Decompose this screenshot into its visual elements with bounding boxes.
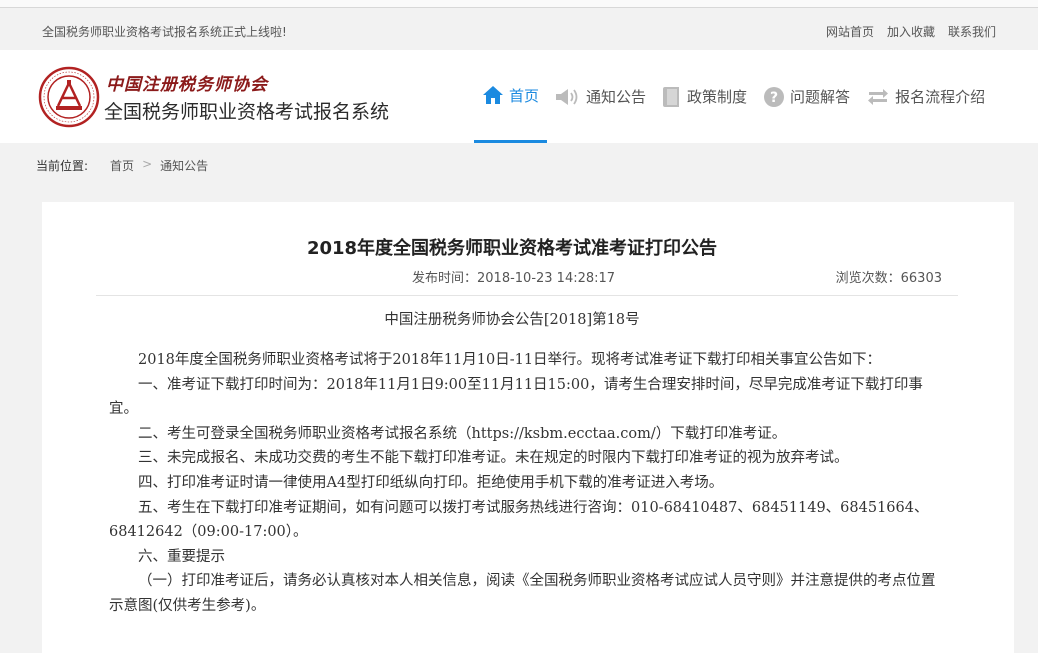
speaker-icon bbox=[556, 88, 578, 105]
nav-notices[interactable]: 通知公告 bbox=[547, 50, 654, 143]
article-paragraph: 一、准考证下载打印时间为：2018年11月1日9:00至11月11日15:00，… bbox=[109, 376, 923, 418]
article-paragraph: 二、考生可登录全国税务师职业资格考试报名系统（https://ksbm.ecct… bbox=[138, 425, 787, 442]
breadcrumb-notices[interactable]: 通知公告 bbox=[160, 157, 208, 174]
article-paragraph: 三、未完成报名、未成功交费的考生不能下载打印准考证。未在规定的时限内下载打印准考… bbox=[138, 450, 849, 467]
view-count: 浏览次数：66303 bbox=[835, 271, 942, 286]
contact-link[interactable]: 联系我们 bbox=[948, 23, 996, 40]
main-nav: 首页 通知公告 政策制度 ? 问题解答 报名流程介绍 bbox=[474, 50, 993, 143]
breadcrumb-separator: > bbox=[142, 157, 153, 171]
document-number: 中国注册税务师协会公告[2018]第18号 bbox=[384, 312, 640, 328]
article-panel: 2018年度全国税务师职业资格考试准考证打印公告 发布时间：2018-10-23… bbox=[42, 202, 1014, 653]
nav-home-label: 首页 bbox=[509, 86, 540, 105]
home-link[interactable]: 网站首页 bbox=[826, 23, 874, 40]
book-icon bbox=[663, 86, 680, 107]
breadcrumb-label: 当前位置: bbox=[36, 159, 89, 173]
nav-home[interactable]: 首页 bbox=[474, 50, 548, 143]
top-bar: 全国税务师职业资格考试报名系统正式上线啦! 网站首页 加入收藏 联系我们 bbox=[0, 9, 1038, 50]
nav-faq-label: 问题解答 bbox=[790, 88, 851, 106]
nav-policy-label: 政策制度 bbox=[687, 88, 748, 106]
publish-time: 发布时间：2018-10-23 14:28:17 bbox=[412, 271, 616, 286]
breadcrumb-home[interactable]: 首页 bbox=[110, 157, 134, 174]
nav-faq[interactable]: ? 问题解答 bbox=[755, 50, 858, 143]
article-paragraph: 2018年度全国税务师职业资格考试将于2018年11月10日-11日举行。现将考… bbox=[138, 352, 882, 368]
org-name: 中国注册税务师协会 bbox=[106, 75, 268, 95]
article-paragraph: （一）打印准考证后，请务必认真核对本人相关信息，阅读《全国税务师职业资格考试应试… bbox=[109, 573, 936, 614]
article-title: 2018年度全国税务师职业资格考试准考证打印公告 bbox=[306, 238, 718, 259]
add-favorite-link[interactable]: 加入收藏 bbox=[887, 23, 935, 40]
article-paragraph: 五、考生在下载打印准考证期间，如有问题可以拨打考试服务热线进行咨询：010-68… bbox=[109, 499, 929, 541]
site-header: 中国注册税务师协会 全国税务师职业资格考试报名系统 首页 通知公告 政策制度 ?… bbox=[0, 50, 1038, 143]
browser-top-strip bbox=[0, 0, 1038, 8]
nav-policy[interactable]: 政策制度 bbox=[654, 50, 755, 143]
process-icon bbox=[868, 88, 889, 105]
top-notice: 全国税务师职业资格考试报名系统正式上线啦! bbox=[42, 25, 287, 39]
article-paragraph: 六、重要提示 bbox=[138, 548, 225, 565]
breadcrumb: 当前位置: 首页 > 通知公告 bbox=[36, 157, 208, 174]
title-divider bbox=[96, 295, 958, 296]
question-icon: ? bbox=[764, 86, 785, 107]
article-body: 2018年度全国税务师职业资格考试将于2018年11月10日-11日举行。现将考… bbox=[109, 348, 947, 619]
top-links: 网站首页 加入收藏 联系我们 bbox=[826, 23, 996, 40]
nav-process-label: 报名流程介绍 bbox=[895, 88, 986, 106]
svg-text:?: ? bbox=[770, 90, 778, 106]
nav-notices-label: 通知公告 bbox=[586, 88, 647, 106]
nav-process[interactable]: 报名流程介绍 bbox=[858, 50, 993, 143]
article-paragraph: 四、打印准考证时请一律使用A4型打印纸纵向打印。拒绝使用手机下载的准考证进入考场… bbox=[138, 474, 724, 491]
home-icon bbox=[483, 86, 503, 104]
system-name: 全国税务师职业资格考试报名系统 bbox=[104, 101, 390, 123]
association-seal-logo[interactable] bbox=[38, 66, 100, 128]
